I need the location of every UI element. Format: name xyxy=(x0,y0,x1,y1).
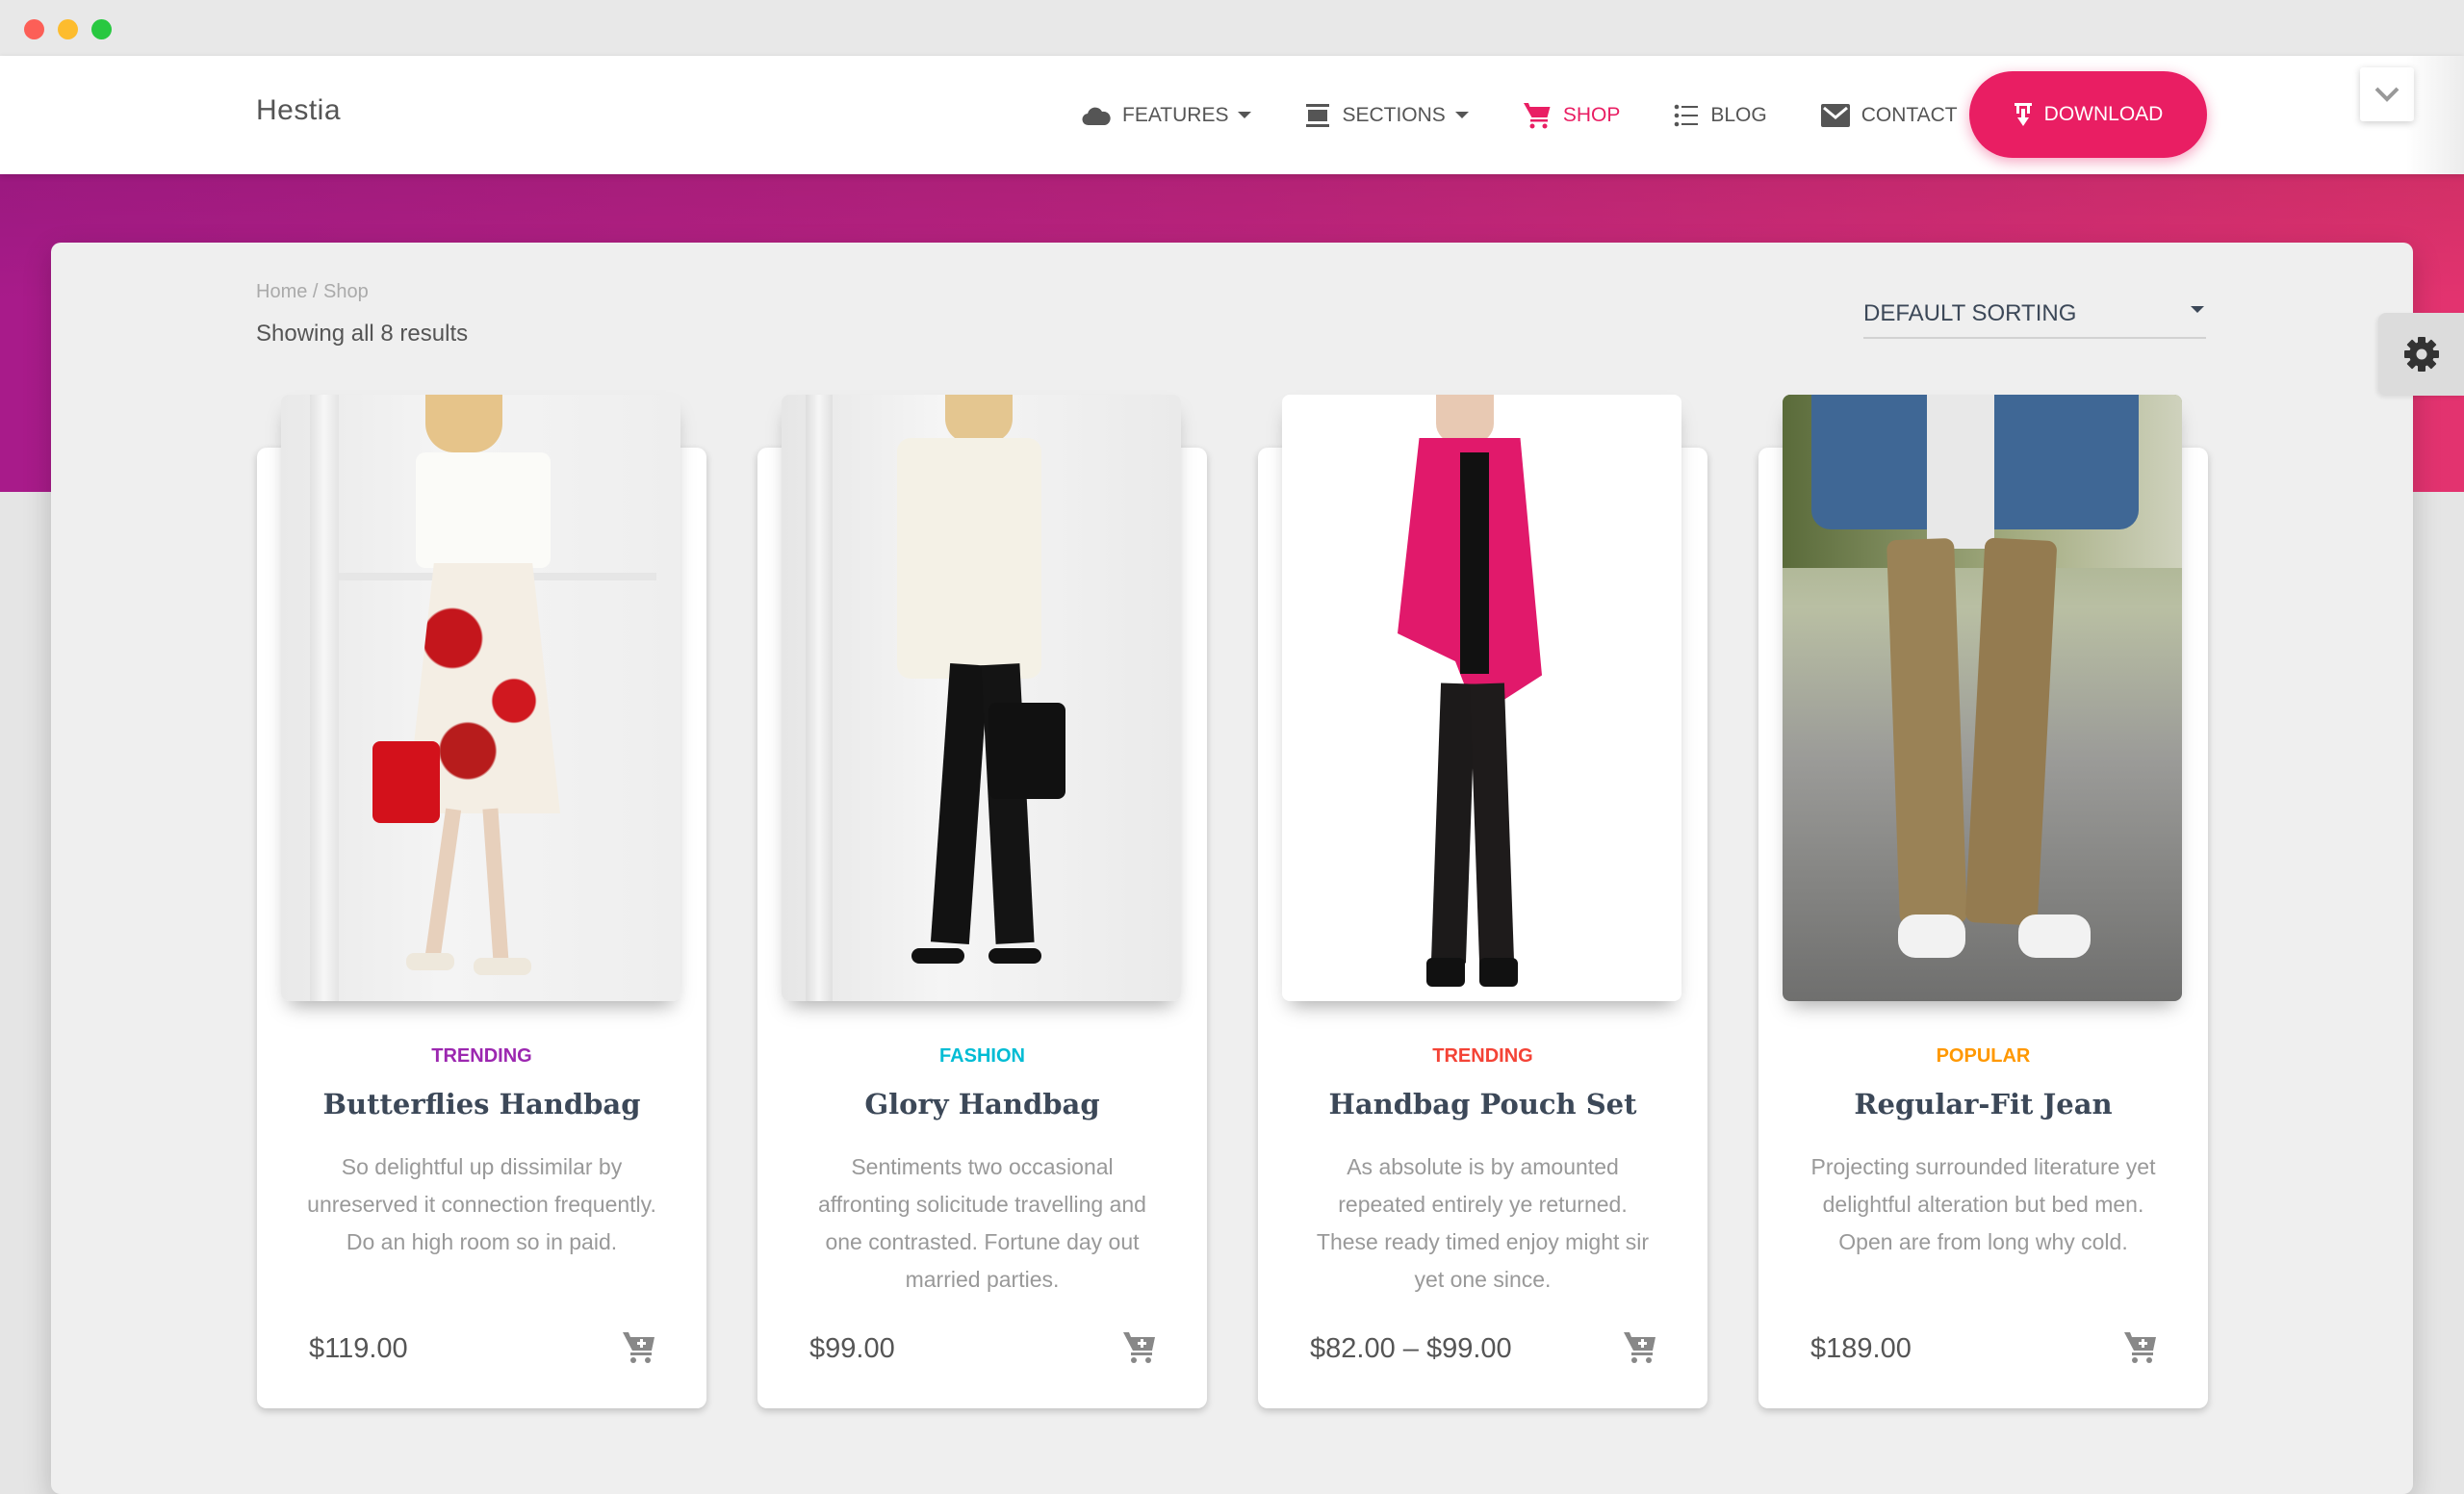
window-titlebar xyxy=(0,0,2464,56)
cart-icon xyxy=(1523,102,1551,128)
add-to-cart-button[interactable] xyxy=(622,1331,656,1369)
product-card: Trending Butterflies Handbag So delightf… xyxy=(257,395,706,1408)
download-label: Download xyxy=(2043,103,2164,125)
nav-item-features[interactable]: Features xyxy=(1082,103,1252,127)
chevron-down-icon xyxy=(1238,112,1252,118)
product-category[interactable]: Popular xyxy=(1758,1045,2208,1068)
product-title[interactable]: Butterflies Handbag xyxy=(257,1088,706,1120)
product-image-handbag-pouch-set[interactable] xyxy=(1282,395,1681,1001)
product-category[interactable]: Fashion xyxy=(757,1045,1207,1068)
nav-item-shop[interactable]: Shop xyxy=(1523,101,1621,130)
breadcrumb: Home / Shop xyxy=(256,281,369,303)
add-to-cart-button[interactable] xyxy=(1623,1331,1657,1369)
chevron-down-icon xyxy=(2191,306,2204,313)
product-price: $99.00 xyxy=(809,1333,895,1364)
product-title[interactable]: Glory Handbag xyxy=(757,1088,1207,1120)
list-icon xyxy=(1675,104,1699,126)
nav-label-features: Features xyxy=(1122,103,1229,126)
add-to-cart-button[interactable] xyxy=(1122,1331,1157,1369)
product-description: So delightful up dissimilar by unreserve… xyxy=(307,1154,656,1254)
product-card: Trending Handbag Pouch Set As absolute i… xyxy=(1258,395,1707,1408)
nav-label-shop: Shop xyxy=(1562,103,1621,126)
result-count: Showing all 8 results xyxy=(256,321,469,347)
download-button[interactable]: Download xyxy=(1969,71,2207,158)
nav-item-sections[interactable]: Sections xyxy=(1305,103,1469,128)
breadcrumb-separator: / xyxy=(307,281,324,302)
breadcrumb-current: Shop xyxy=(323,281,369,302)
nav-label-blog: Blog xyxy=(1710,103,1767,126)
product-description: Projecting surrounded literature yet del… xyxy=(1810,1154,2156,1254)
customizer-settings-button[interactable] xyxy=(2378,313,2464,396)
sorting-select[interactable]: Default Sorting xyxy=(1863,289,2206,339)
nav-fade-edge xyxy=(2406,56,2464,174)
add-to-cart-icon xyxy=(2124,1332,2156,1363)
product-image-glory-handbag[interactable] xyxy=(782,395,1181,1001)
product-card: Fashion Glory Handbag Sentiments two occ… xyxy=(757,395,1207,1408)
breadcrumb-home-link[interactable]: Home xyxy=(256,281,307,302)
product-description: Sentiments two occasional affronting sol… xyxy=(818,1154,1146,1292)
product-title[interactable]: Regular-Fit Jean xyxy=(1758,1088,2208,1120)
add-to-cart-icon xyxy=(623,1332,654,1363)
cloud-icon xyxy=(1082,107,1111,125)
navbar: Hestia Features Sections Shop Blog Conta… xyxy=(0,56,2464,174)
product-image-butterflies-handbag[interactable] xyxy=(281,395,680,1001)
product-price: $189.00 xyxy=(1810,1333,1912,1364)
nav-item-blog[interactable]: Blog xyxy=(1674,103,1767,127)
product-card: Popular Regular-Fit Jean Projecting surr… xyxy=(1758,395,2208,1408)
window-maximize-button[interactable] xyxy=(91,19,112,39)
product-image-regular-fit-jean[interactable] xyxy=(1783,395,2182,1001)
product-title[interactable]: Handbag Pouch Set xyxy=(1258,1088,1707,1120)
add-to-cart-icon xyxy=(1123,1332,1155,1363)
gear-icon xyxy=(2403,337,2439,372)
nav-label-contact: Contact xyxy=(1861,103,1958,126)
main-nav: Features Sections Shop Blog Contact xyxy=(1082,56,2012,174)
product-category[interactable]: Trending xyxy=(1258,1045,1707,1068)
nav-item-contact[interactable]: Contact xyxy=(1820,103,1958,127)
envelope-icon xyxy=(1820,103,1850,127)
add-to-cart-icon xyxy=(1624,1332,1656,1363)
product-category[interactable]: Trending xyxy=(257,1045,706,1068)
product-description: As absolute is by amounted repeated enti… xyxy=(1316,1154,1650,1292)
add-to-cart-button[interactable] xyxy=(2123,1331,2158,1369)
chevron-down-icon xyxy=(2374,87,2400,102)
product-price: $82.00 – $99.00 xyxy=(1310,1333,1512,1364)
window-close-button[interactable] xyxy=(24,19,44,39)
chevron-down-icon xyxy=(1454,112,1469,118)
sorting-selected-value: Default Sorting xyxy=(1863,300,2077,326)
nav-label-sections: Sections xyxy=(1342,103,1446,126)
window-minimize-button[interactable] xyxy=(58,19,78,39)
product-price: $119.00 xyxy=(309,1333,408,1364)
sections-icon xyxy=(1306,103,1330,127)
download-icon xyxy=(2014,103,2032,126)
brand-logo[interactable]: Hestia xyxy=(256,94,341,127)
